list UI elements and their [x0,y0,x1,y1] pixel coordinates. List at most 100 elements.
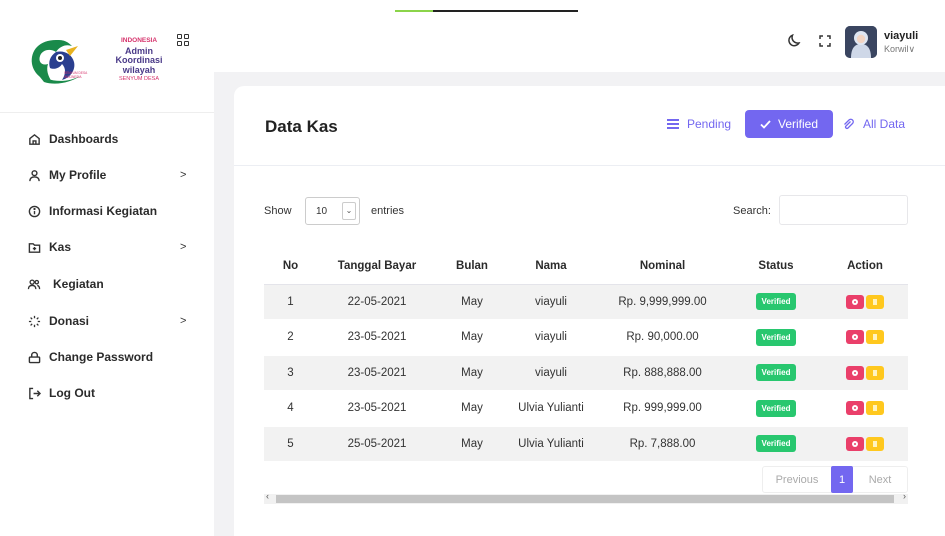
view-button[interactable] [846,294,864,309]
sidebar-item-label: Log Out [49,386,95,400]
edit-button[interactable] [866,436,884,451]
chevron-right-icon: > [180,241,187,253]
loading-bar-progress [395,10,433,12]
moon-icon[interactable] [787,34,801,48]
show-label: Show [264,205,292,217]
cell-amount: Rp. 888,888.00 [595,355,730,391]
pagination-previous[interactable]: Previous [763,467,831,492]
edit-button[interactable] [866,401,884,416]
status-badge: Verified [755,293,797,311]
sidebar-item-kas[interactable]: Kas > [0,232,214,262]
cell-date: 23-05-2021 [317,355,437,391]
cell-no: 5 [264,426,317,462]
avatar[interactable] [845,26,877,58]
folder-plus-icon [27,240,41,254]
status-badge: Verified [755,399,797,417]
grid-icon[interactable] [177,34,189,46]
cell-month: May [437,355,507,391]
all-data-filter-button[interactable]: All Data [842,110,905,138]
cell-no: 2 [264,319,317,356]
column-header-tanggal-bayar[interactable]: Tanggal Bayar [317,248,437,285]
cell-name: Ulvia Yulianti [507,390,595,427]
sidebar-divider [0,112,214,113]
cell-date: 25-05-2021 [317,426,437,462]
page-title: Data Kas [265,117,338,136]
cell-month: May [437,284,507,320]
column-header-status[interactable]: Status [730,248,822,285]
view-button[interactable] [846,330,864,345]
logo-line1: INDONESIA [120,37,158,44]
table-row: 4 23-05-2021 May Ulvia Yulianti Rp. 999,… [264,390,908,427]
cell-name: viayuli [507,284,595,320]
sidebar-item-label: Informasi Kegiatan [49,204,158,218]
sidebar-item-donasi[interactable]: Donasi > [0,306,214,336]
column-header-bulan[interactable]: Bulan [437,248,507,285]
users-icon [27,277,41,291]
table-row: 3 23-05-2021 May viayuli Rp. 888,888.00 … [264,355,908,391]
scroll-left-icon[interactable]: ‹ [266,491,269,501]
search-input[interactable] [779,195,908,225]
sidebar-item-label: My Profile [49,168,107,182]
edit-button[interactable] [866,330,884,345]
cell-status: Verified [730,390,822,427]
pending-filter-label: Pending [687,117,732,131]
cell-action [822,390,908,427]
card-header-divider [234,165,945,166]
cell-action [822,319,908,356]
cell-name: Ulvia Yulianti [507,426,595,462]
sidebar-item-change-password[interactable]: Change Password [0,342,214,372]
cell-amount: Rp. 9,999,999.00 [595,284,730,320]
scroll-right-icon[interactable]: › [903,491,906,501]
cell-month: May [437,319,507,356]
edit-button[interactable] [866,365,884,380]
cell-no: 3 [264,355,317,391]
user-role[interactable]: Korwil∨ [884,44,915,55]
logout-icon [27,386,41,400]
sidebar-item-dashboards[interactable]: Dashboards [0,124,214,154]
verified-filter-button[interactable]: Verified [745,110,833,138]
edit-button[interactable] [866,294,884,309]
data-kas-table: No Tanggal Bayar Bulan Nama Nominal Stat… [264,248,908,462]
cell-month: May [437,426,507,462]
column-header-nama[interactable]: Nama [507,248,595,285]
logo-line5: SENYUM DESA [118,76,160,83]
fullscreen-icon[interactable] [819,35,831,47]
view-button[interactable] [846,365,864,380]
cell-status: Verified [730,319,822,356]
view-button[interactable] [846,436,864,451]
user-name[interactable]: viayuli [884,30,918,42]
chevron-right-icon: > [180,169,187,181]
sidebar-item-log-out[interactable]: Log Out [0,378,214,408]
status-badge: Verified [755,364,797,382]
cell-action [822,426,908,462]
status-badge: Verified [755,328,797,346]
cell-status: Verified [730,355,822,391]
cell-action [822,284,908,320]
sidebar-item-label: Kegiatan [53,277,104,291]
cell-action [822,355,908,391]
cell-amount: Rp. 999,999.00 [595,390,730,427]
sidebar: SENYUM DESA INDONESIA INDONESIA Admin Ko… [0,0,214,536]
scrollbar-thumb[interactable] [276,495,894,503]
entries-select[interactable]: 10 ⌄ [305,197,360,225]
sidebar-item-my-profile[interactable]: My Profile > [0,160,214,190]
top-header [214,0,945,72]
cell-name: viayuli [507,319,595,356]
column-header-no[interactable]: No [264,248,317,285]
pagination-page-1[interactable]: 1 [831,466,853,493]
view-button[interactable] [846,401,864,416]
pending-filter-button[interactable]: Pending [661,110,737,138]
column-header-nominal[interactable]: Nominal [595,248,730,285]
all-data-filter-label: All Data [863,117,906,131]
check-icon [760,119,771,129]
cell-no: 1 [264,284,317,320]
cell-status: Verified [730,284,822,320]
column-header-action[interactable]: Action [822,248,908,285]
sidebar-item-kegiatan[interactable]: Kegiatan [0,269,214,299]
pagination: Previous 1 Next [762,466,908,493]
horizontal-scrollbar[interactable]: ‹ › [264,491,908,504]
pagination-next[interactable]: Next [853,467,907,492]
entries-label: entries [371,205,405,217]
sidebar-item-informasi-kegiatan[interactable]: Informasi Kegiatan [0,196,214,226]
verified-filter-label: Verified [777,117,819,131]
